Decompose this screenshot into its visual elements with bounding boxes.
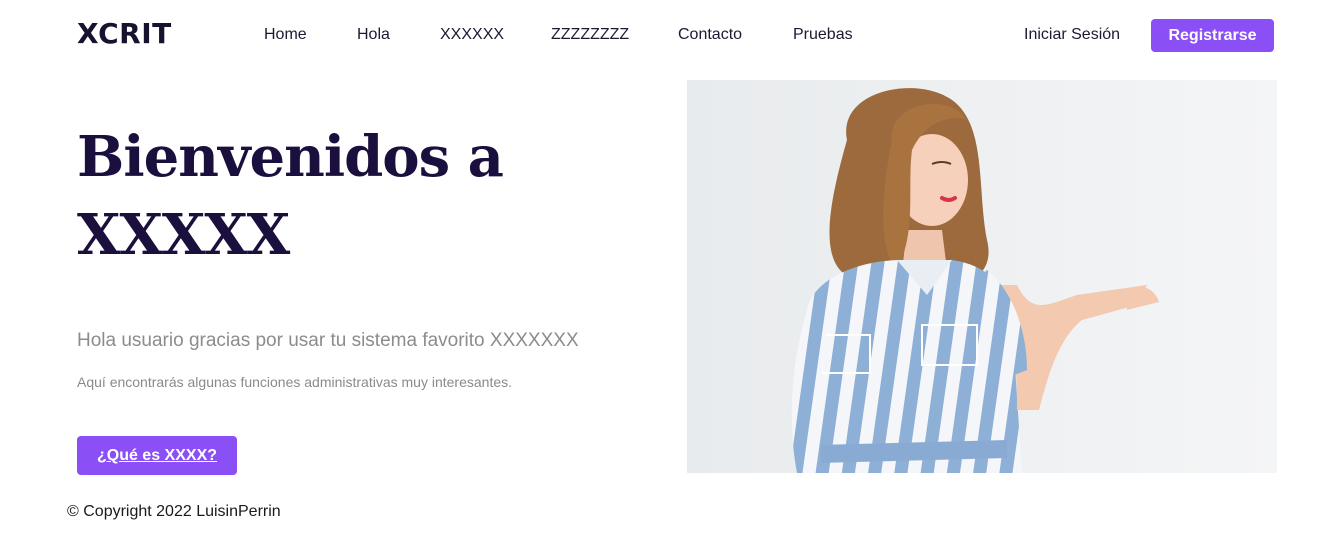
hero-title-line1: Bienvenidos a <box>77 124 504 190</box>
login-link[interactable]: Iniciar Sesión <box>1024 25 1120 45</box>
nav-link-home[interactable]: Home <box>264 25 307 45</box>
nav-link-xxxxxx[interactable]: XXXXXX <box>440 25 504 45</box>
woman-photo-illustration <box>687 80 1277 473</box>
register-button[interactable]: Registrarse <box>1151 19 1274 52</box>
hero-title-line2: XXXXX <box>77 202 290 268</box>
nav-link-pruebas[interactable]: Pruebas <box>793 25 853 45</box>
hero-photo <box>687 80 1277 473</box>
copyright-text: © Copyright 2022 LuisinPerrin <box>67 503 281 520</box>
nav-link-zzzzzzzz[interactable]: ZZZZZZZZ <box>551 25 629 45</box>
nav-link-contacto[interactable]: Contacto <box>678 25 742 45</box>
what-is-button[interactable]: ¿Qué es XXXX? <box>77 436 237 475</box>
nav-link-hola[interactable]: Hola <box>357 25 390 45</box>
hero-title: Bienvenidos a XXXXX <box>77 118 504 274</box>
hero-subtitle: Hola usuario gracias por usar tu sistema… <box>77 330 579 351</box>
brand-logo[interactable]: XCRIT <box>77 17 172 50</box>
hero-description: Aquí encontrarás algunas funciones admin… <box>77 374 513 390</box>
